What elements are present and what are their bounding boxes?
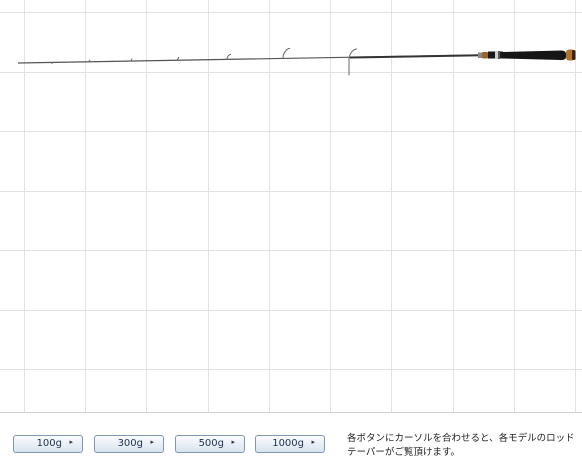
rod-cork-foregrip [482,52,488,59]
rod-guide [282,47,291,59]
fishing-rod-image [17,47,576,76]
play-arrow-icon: ▸ [231,438,235,446]
rod-winding [478,52,482,58]
button-label: 300g [117,438,143,449]
play-arrow-icon: ▸ [311,438,315,446]
button-label: 500g [198,438,224,449]
rod-rear-grip [503,50,566,60]
rod-guide [226,53,232,60]
button-label: 100g [36,438,62,449]
rod-reel-seat-ring [495,51,498,59]
rod-blank-butt [349,54,483,59]
load-300g-button[interactable]: 300g ▸ [94,435,164,453]
rod-butt-cap-end [572,50,576,60]
rod-taper-viewer [0,0,582,412]
play-arrow-icon: ▸ [150,438,154,446]
play-arrow-icon: ▸ [69,438,73,446]
rod-reel-seat-ring [498,51,500,59]
hover-instructions: 各ボタンにカーソルを合わせると、各モデルのロッドテーパーがご覧頂けます。 [347,433,575,458]
load-1000g-button[interactable]: 1000g ▸ [255,435,325,453]
control-bar: 100g ▸ 300g ▸ 500g ▸ 1000g ▸ 各ボタンにカーソルを合… [0,412,582,468]
load-500g-button[interactable]: 500g ▸ [175,435,245,453]
load-100g-button[interactable]: 100g ▸ [13,435,83,453]
button-label: 1000g [272,438,304,449]
rod-guide [348,48,358,76]
